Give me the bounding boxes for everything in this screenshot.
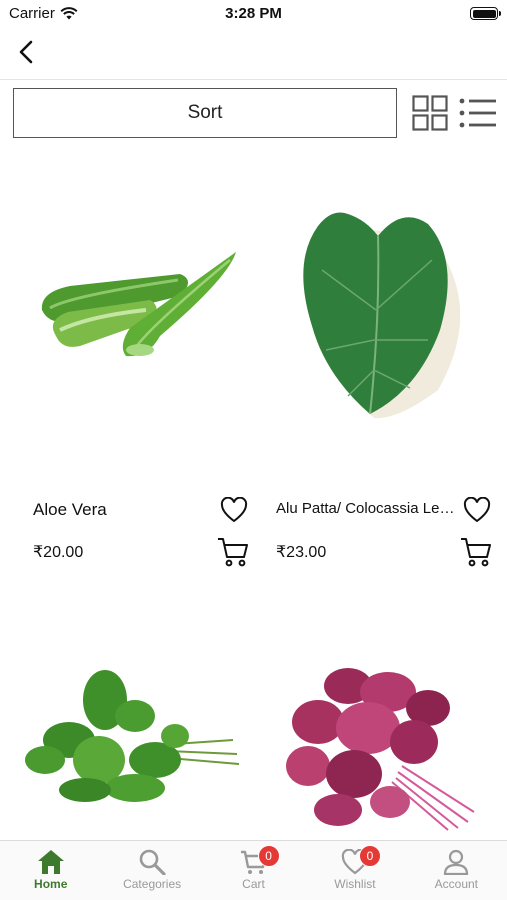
cart-icon: [461, 538, 491, 567]
tab-label: Cart: [242, 877, 265, 891]
aloe-vera-image[interactable]: [13, 150, 256, 480]
heart-icon: [220, 497, 248, 523]
product-price: ₹20.00: [33, 544, 84, 561]
product-price: ₹23.00: [276, 544, 327, 561]
green-amaranth-image[interactable]: [13, 590, 256, 840]
battery-icon: [470, 7, 501, 20]
add-to-cart-button[interactable]: [459, 535, 493, 569]
add-to-wishlist-button[interactable]: [461, 495, 493, 525]
tab-label: Account: [434, 877, 478, 891]
wishlist-count-badge: 0: [358, 845, 381, 867]
chevron-left-icon: [19, 40, 33, 64]
add-to-wishlist-button[interactable]: [218, 495, 250, 525]
add-to-cart-button[interactable]: [216, 535, 250, 569]
cart-icon: [218, 538, 248, 567]
colocasia-leaf-image[interactable]: [256, 150, 499, 480]
tab-home[interactable]: Home: [0, 841, 101, 900]
cart-count-badge: 0: [257, 845, 280, 867]
list-view-button[interactable]: [459, 95, 497, 131]
account-icon: [444, 849, 469, 875]
search-icon: [139, 849, 166, 875]
toolbar: Sort: [13, 88, 497, 138]
tab-wishlist[interactable]: Wishlist 0: [304, 841, 405, 900]
status-bar: Carrier 3:28 PM: [0, 0, 507, 28]
tab-categories[interactable]: Categories: [101, 841, 202, 900]
sort-button[interactable]: Sort: [13, 88, 397, 138]
tab-label: Wishlist: [334, 877, 376, 891]
home-icon: [37, 850, 64, 874]
grid-icon: [412, 95, 448, 131]
red-amaranth-image[interactable]: [256, 590, 499, 840]
status-time: 3:28 PM: [225, 5, 282, 22]
back-button[interactable]: [10, 36, 42, 68]
nav-bar: [0, 28, 507, 80]
product-name[interactable]: Aloe Vera: [33, 500, 213, 520]
tab-label: Home: [34, 877, 68, 891]
grid-view-button[interactable]: [411, 95, 449, 131]
product-grid: Aloe Vera ₹20.00 Alu Patta/ Colocassia L…: [0, 150, 507, 840]
tab-cart[interactable]: Cart 0: [203, 841, 304, 900]
heart-icon: [463, 497, 491, 523]
tab-label: Categories: [123, 877, 182, 891]
list-icon: [459, 98, 496, 128]
product-name[interactable]: Alu Patta/ Colocassia Leaves: [276, 500, 456, 517]
tab-account[interactable]: Account: [406, 841, 507, 900]
tab-bar: Home Categories Cart 0 Wishlist 0 Accoun…: [0, 840, 507, 900]
